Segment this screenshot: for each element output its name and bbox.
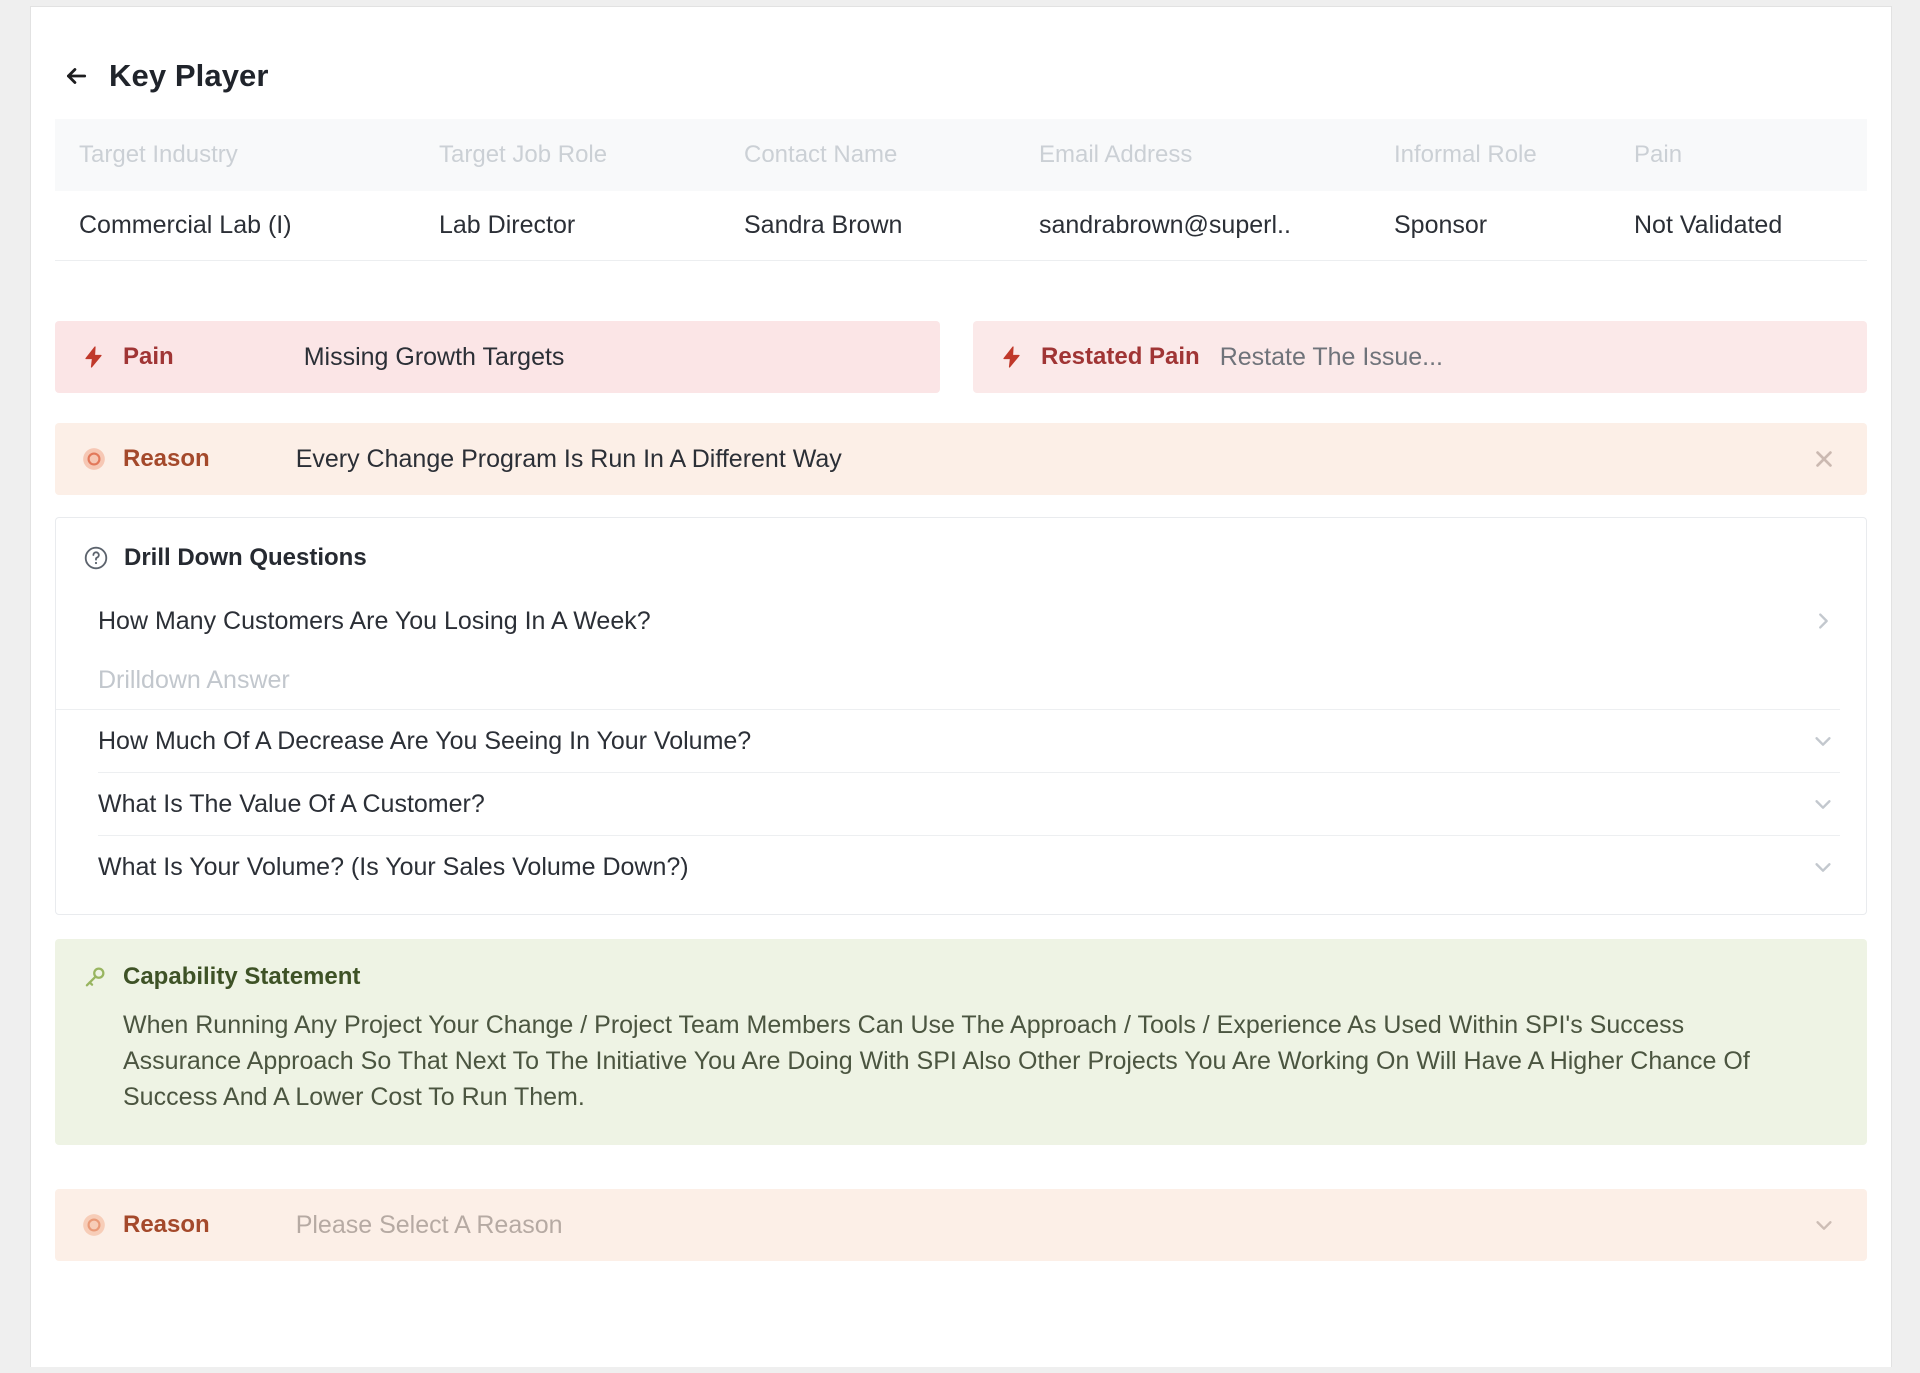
column-header-target-job-role: Target Job Role [439,141,608,168]
reason-value: Every Change Program Is Run In A Differe… [295,444,842,473]
pain-banner[interactable]: Pain Missing Growth Targets [55,321,940,393]
drill-down-question-2[interactable]: How Much Of A Decrease Are You Seeing In… [56,710,1866,772]
reason-select-banner[interactable]: Reason Please Select A Reason [55,1189,1867,1261]
drill-down-question-3[interactable]: What Is The Value Of A Customer? [56,773,1866,835]
column-header-contact-name: Contact Name [744,141,898,168]
drill-down-question-1[interactable]: How Many Customers Are You Losing In A W… [56,590,1866,652]
key-icon [81,963,109,991]
chevron-down-icon[interactable] [1810,791,1836,817]
key-player-panel: Key Player Target Industry Target Job Ro… [30,6,1892,1367]
restated-pain-banner[interactable]: Restated Pain Restate The Issue... [973,321,1867,393]
capability-title: Capability Statement [123,963,361,990]
drill-down-questions-card: Drill Down Questions How Many Customers … [55,517,1867,915]
cell-target-job-role: Lab Director [439,211,576,239]
restated-pain-label: Restated Pain [1041,343,1200,370]
chevron-down-icon[interactable] [1810,728,1836,754]
page-title: Key Player [109,58,269,93]
chevron-down-icon[interactable] [1811,1212,1837,1238]
table-row[interactable]: Commercial Lab (I) Lab Director Sandra B… [55,191,1867,261]
cell-informal-role: Sponsor [1394,211,1488,239]
cell-email-address: sandrabrown@superl.. [1039,211,1291,239]
pain-value: Missing Growth Targets [303,342,565,371]
pain-section: Pain Missing Growth Targets Restated Pai… [55,321,1867,495]
capability-statement-card: Capability Statement When Running Any Pr… [55,939,1867,1145]
question-text: What Is The Value Of A Customer? [98,789,485,818]
column-header-target-industry: Target Industry [79,141,238,168]
capability-header: Capability Statement [81,963,1837,991]
drilldown-answer-input[interactable]: Drilldown Answer [56,652,1840,710]
column-header-pain: Pain [1634,141,1683,168]
column-header-informal-role: Informal Role [1394,141,1537,168]
reason-select-placeholder[interactable]: Please Select A Reason [296,1211,563,1240]
close-icon[interactable] [1811,446,1837,472]
question-text: How Many Customers Are You Losing In A W… [98,606,651,635]
arrow-left-icon[interactable] [63,63,89,89]
question-text: What Is Your Volume? (Is Your Sales Volu… [98,852,689,881]
capability-body: When Running Any Project Your Change / P… [123,1011,1750,1111]
table-header-row: Target Industry Target Job Role Contact … [55,119,1867,191]
reason-label: Reason [123,1211,210,1238]
reason-dot-icon [79,444,109,474]
restated-pain-input[interactable]: Restate The Issue... [1220,343,1443,372]
lightning-bolt-icon [79,342,109,372]
drill-down-question-4[interactable]: What Is Your Volume? (Is Your Sales Volu… [56,836,1866,898]
column-header-email-address: Email Address [1039,141,1193,168]
chevron-right-icon[interactable] [1810,608,1836,634]
cell-contact-name: Sandra Brown [744,211,903,239]
reason-banner[interactable]: Reason Every Change Program Is Run In A … [55,423,1867,495]
key-player-table: Target Industry Target Job Role Contact … [55,119,1867,261]
header: Key Player [31,7,1891,103]
cell-target-industry: Commercial Lab (I) [79,211,292,239]
drilldown-answer-placeholder: Drilldown Answer [98,666,290,694]
drill-down-header: Drill Down Questions [56,518,1866,590]
lightning-bolt-icon [997,342,1027,372]
reason-dot-icon [79,1210,109,1240]
question-text: How Much Of A Decrease Are You Seeing In… [98,726,752,755]
reason-label: Reason [123,445,210,472]
pain-label: Pain [123,343,174,370]
question-circle-icon [82,544,110,572]
chevron-down-icon[interactable] [1810,854,1836,880]
cell-pain: Not Validated [1634,211,1783,239]
drill-down-title: Drill Down Questions [124,544,367,571]
